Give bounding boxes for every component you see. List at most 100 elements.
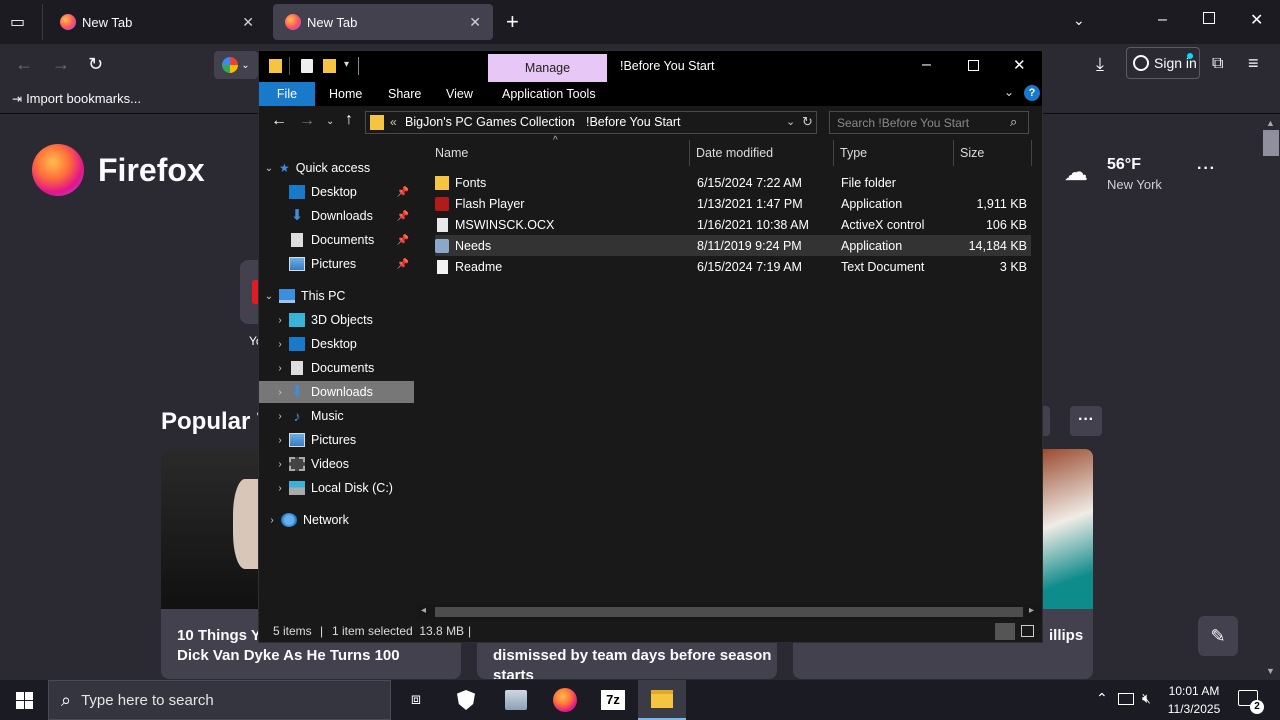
nav-item-downloads-selected[interactable]: › ⬇ Downloads <box>259 381 414 403</box>
nav-item-videos[interactable]: › Videos <box>259 453 415 475</box>
maximize-icon[interactable] <box>968 60 979 71</box>
forward-arrow-icon[interactable]: → <box>299 112 315 130</box>
nav-item-desktop[interactable]: Desktop 📌 <box>259 181 415 203</box>
address-bar[interactable]: « BigJon's PC Games Collection › !Before… <box>365 111 817 134</box>
file-row-fonts[interactable]: Fonts 6/15/2024 7:22 AM File folder <box>435 172 1031 193</box>
close-tab-icon[interactable]: ✕ <box>469 14 481 31</box>
column-header-name[interactable]: Name <box>435 146 468 160</box>
close-tab-icon[interactable]: ✕ <box>242 14 254 31</box>
large-icons-view-icon[interactable] <box>1021 625 1034 637</box>
file-row-mswinsck[interactable]: MSWINSCK.OCX 1/16/2021 10:38 AM ActiveX … <box>435 214 1031 235</box>
chevron-right-icon[interactable]: › <box>271 435 289 446</box>
minimize-window-icon[interactable]: – <box>1158 11 1167 29</box>
ribbon-tab-application-tools[interactable]: Application Tools <box>502 87 596 101</box>
nav-item-desktop[interactable]: › Desktop <box>259 333 415 355</box>
scroll-left-icon[interactable]: ◂ <box>421 605 426 616</box>
volume-muted-icon[interactable]: 🔇︎ <box>1142 690 1151 707</box>
properties-icon[interactable] <box>301 59 313 73</box>
minimize-icon[interactable]: – <box>922 56 931 74</box>
list-all-tabs-chevron-icon[interactable]: ⌄ <box>1073 12 1085 29</box>
7zip-taskbar-app[interactable]: 7z <box>589 680 637 720</box>
chevron-down-icon[interactable]: ⌄ <box>259 291 279 302</box>
search-box[interactable]: Search !Before You Start ⌕ <box>829 111 1029 134</box>
help-icon[interactable]: ? <box>1024 85 1040 101</box>
ribbon-tab-view[interactable]: View <box>446 87 473 101</box>
restore-window-icon[interactable] <box>1203 12 1215 24</box>
sign-in-button[interactable]: Sign in <box>1126 47 1200 79</box>
menu-hamburger-icon[interactable]: ≡ <box>1248 54 1259 72</box>
network-status-icon[interactable] <box>1118 693 1134 705</box>
ribbon-tab-share[interactable]: Share <box>388 87 421 101</box>
chevron-right-icon[interactable]: › <box>271 483 289 494</box>
column-header-size[interactable]: Size <box>960 146 984 160</box>
nav-item-documents[interactable]: › Documents <box>259 357 415 379</box>
weather-more-options-icon[interactable]: ··· <box>1197 160 1216 178</box>
breadcrumb-separator-icon[interactable]: › <box>571 115 575 129</box>
chevron-right-icon[interactable]: › <box>271 315 289 326</box>
forward-arrow-icon[interactable]: → <box>52 55 70 73</box>
firefox-taskbar-app[interactable] <box>541 680 589 720</box>
recent-locations-chevron-icon[interactable]: ⌄ <box>326 116 334 127</box>
ribbon-tab-file[interactable]: File <box>259 82 315 106</box>
close-icon[interactable]: ✕ <box>1013 56 1026 74</box>
show-hidden-icons-chevron-icon[interactable]: ⌃ <box>1096 690 1108 707</box>
quick-access-toolbar-dropdown-icon[interactable]: ▾ <box>344 59 349 70</box>
tab-new-tab-1[interactable]: New Tab ✕ <box>48 4 266 40</box>
chevron-right-icon[interactable]: › <box>271 363 289 374</box>
page-scrollbar[interactable]: ▲ ▼ <box>1262 114 1280 680</box>
nav-item-local-disk[interactable]: › Local Disk (C:) <box>259 477 415 499</box>
breadcrumb-item[interactable]: !Before You Start <box>586 115 681 129</box>
nav-quick-access[interactable]: ⌄ ★ Quick access <box>259 157 415 179</box>
details-view-icon[interactable] <box>995 623 1015 640</box>
chevron-right-icon[interactable]: › <box>271 411 289 422</box>
nav-network[interactable]: › Network <box>259 509 415 531</box>
downloads-icon[interactable]: ⤓ <box>1096 55 1104 73</box>
taskbar-search-box[interactable]: ⌕ Type here to search <box>48 680 391 720</box>
scrollbar-thumb[interactable] <box>1263 130 1279 156</box>
scroll-up-icon[interactable]: ▲ <box>1266 118 1275 128</box>
address-dropdown-chevron-icon[interactable]: ⌄ <box>786 115 795 128</box>
expand-ribbon-chevron-icon[interactable]: ⌄ <box>1004 85 1014 99</box>
breadcrumb-overflow[interactable]: « <box>390 115 397 129</box>
back-arrow-icon[interactable]: ← <box>271 112 287 130</box>
extensions-icon[interactable]: ⧉ <box>1212 55 1223 73</box>
security-shield-app[interactable] <box>442 680 490 720</box>
file-row-needs-selected[interactable]: Needs 8/11/2019 9:24 PM Application 14,1… <box>435 235 1031 256</box>
start-button[interactable] <box>0 680 48 720</box>
search-engine-selector[interactable]: ⌄ <box>214 51 258 79</box>
back-arrow-icon[interactable]: ← <box>15 55 33 73</box>
ribbon-manage-tab[interactable]: Manage <box>488 54 607 82</box>
nav-this-pc[interactable]: ⌄ This PC <box>259 285 415 307</box>
column-divider[interactable] <box>1031 140 1032 166</box>
scroll-down-icon[interactable]: ▼ <box>1266 666 1275 676</box>
nav-item-downloads[interactable]: ⬇ Downloads 📌 <box>259 205 415 227</box>
clock[interactable]: 10:01 AM 11/3/2025 <box>1166 684 1222 716</box>
file-explorer-taskbar-app-active[interactable] <box>638 680 686 720</box>
refresh-icon[interactable]: ↻ <box>802 114 813 130</box>
task-view-icon[interactable]: ⧈ <box>392 680 440 720</box>
column-header-type[interactable]: Type <box>840 146 867 160</box>
ribbon-tab-home[interactable]: Home <box>329 87 362 101</box>
chevron-right-icon[interactable]: › <box>271 459 289 470</box>
up-arrow-icon[interactable]: ↑ <box>345 111 353 129</box>
firefox-view-icon[interactable]: ▭ <box>10 12 25 32</box>
chevron-right-icon[interactable]: › <box>271 387 289 398</box>
file-explorer-pinned-app[interactable] <box>492 680 540 720</box>
chevron-right-icon[interactable]: › <box>271 339 289 350</box>
column-divider[interactable] <box>953 140 954 166</box>
nav-item-pictures[interactable]: Pictures 📌 <box>259 253 415 275</box>
file-row-flash-player[interactable]: Flash Player 1/13/2021 1:47 PM Applicati… <box>435 193 1031 214</box>
nav-item-documents[interactable]: Documents 📌 <box>259 229 415 251</box>
horizontal-scrollbar[interactable]: ◂ ▸ <box>417 604 1042 620</box>
file-row-readme[interactable]: Readme 6/15/2024 7:19 AM Text Document 3… <box>435 256 1031 277</box>
scroll-right-icon[interactable]: ▸ <box>1029 605 1034 616</box>
more-options-icon[interactable]: ··· <box>1070 406 1102 436</box>
nav-item-3d-objects[interactable]: › 3D Objects <box>259 309 415 331</box>
tab-new-tab-2[interactable]: New Tab ✕ <box>273 4 493 40</box>
scrollbar-thumb[interactable] <box>435 607 1023 617</box>
breadcrumb-item[interactable]: BigJon's PC Games Collection <box>405 115 575 129</box>
nav-item-music[interactable]: › ♪ Music <box>259 405 415 427</box>
reload-icon[interactable]: ↻ <box>88 55 103 73</box>
close-window-icon[interactable]: ✕ <box>1250 10 1263 30</box>
column-divider[interactable] <box>689 140 690 166</box>
